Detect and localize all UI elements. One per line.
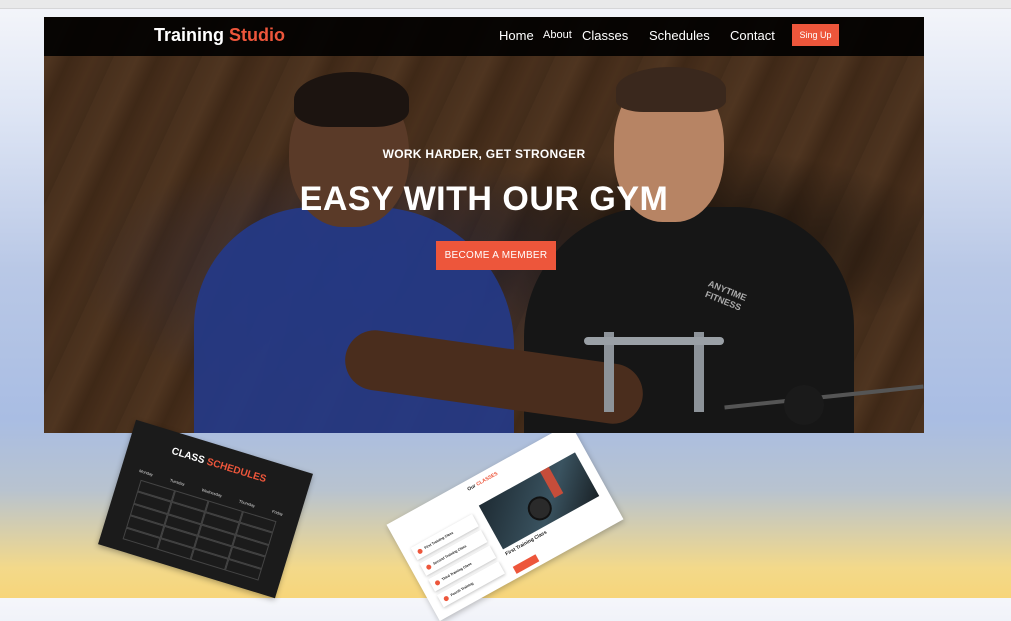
hero-title: EASY WITH OUR GYM xyxy=(299,180,669,218)
classes-title-accent: CLASSES xyxy=(475,470,499,488)
dumbbell-icon xyxy=(442,594,450,602)
day-tab[interactable]: Friday xyxy=(271,509,283,517)
nav-home[interactable]: Home xyxy=(499,28,534,43)
browser-top-strip xyxy=(0,0,1011,9)
logo-accent-text: Studio xyxy=(229,25,286,45)
dumbbell-icon xyxy=(416,547,424,555)
schedules-preview-card[interactable]: CLASS SCHEDULES Monday Tuesday Wednesday… xyxy=(98,419,313,599)
day-tab[interactable]: Tuesday xyxy=(169,477,185,486)
class-item-label: Fourth Training xyxy=(449,581,475,598)
day-tab[interactable]: Monday xyxy=(139,468,154,477)
class-feature-button[interactable] xyxy=(512,554,540,574)
machine-weight-ball xyxy=(784,385,824,425)
nav-about[interactable]: About xyxy=(543,29,572,41)
dumbbell-icon xyxy=(425,563,432,571)
website-preview: ANYTIME FITNESS Training Studio Home Abo… xyxy=(44,17,924,433)
schedules-title-main: CLASS xyxy=(170,445,206,467)
weight-plate xyxy=(523,492,557,525)
trainer-hair xyxy=(616,67,726,112)
top-navigation: Training Studio Home About Classes Sched… xyxy=(44,17,924,56)
athlete-hair xyxy=(294,72,409,127)
day-tab[interactable]: Wednesday xyxy=(201,487,223,498)
dumbbell-icon xyxy=(433,578,441,586)
classes-preview-card[interactable]: Our CLASSES First Training Class Second … xyxy=(386,422,624,621)
become-member-button[interactable]: BECOME A MEMBER xyxy=(436,241,556,270)
day-tab[interactable]: Thursday xyxy=(238,499,255,509)
logo-main-text: Training xyxy=(154,25,225,45)
schedules-table xyxy=(122,479,277,581)
hero-subtitle: WORK HARDER, GET STRONGER xyxy=(382,147,586,161)
nav-schedules[interactable]: Schedules xyxy=(649,28,710,43)
nav-classes[interactable]: Classes xyxy=(582,28,628,43)
schedules-title-accent: SCHEDULES xyxy=(205,456,268,486)
signup-button[interactable]: Sing Up xyxy=(792,24,839,46)
athlete-leg xyxy=(540,466,564,498)
nav-contact[interactable]: Contact xyxy=(730,28,775,43)
site-logo[interactable]: Training Studio xyxy=(154,25,285,46)
machine-bar xyxy=(584,337,724,345)
